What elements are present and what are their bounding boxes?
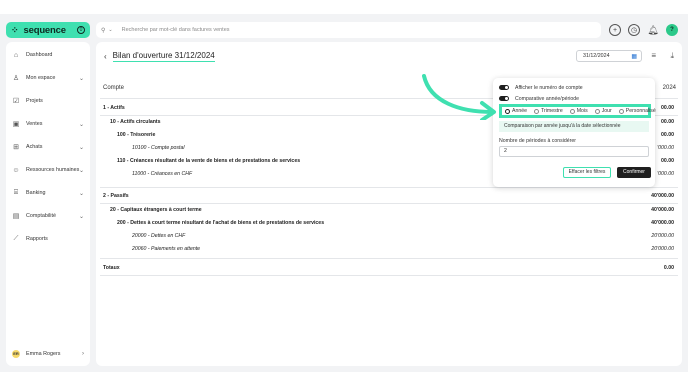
sidebar: ⌂ Dashboard ♙ Mon espace ⌄ ☑ Projets ▣ V… [6, 42, 90, 366]
sidebar-item-label: Mon espace [26, 75, 56, 81]
column-header-year: 2024 [662, 85, 676, 91]
toggle-show-account-number[interactable] [499, 85, 509, 90]
radio-circle [534, 108, 540, 114]
sidebar-item-label: Banking [26, 190, 46, 196]
search-scope-chevron-icon[interactable]: ⌄ [108, 27, 112, 33]
logo[interactable]: ⁘ sequence 0 [6, 22, 90, 38]
sidebar-item-label: Projets [26, 98, 43, 104]
calendar-icon[interactable]: ▦ [631, 52, 637, 62]
logo-text: sequence [23, 24, 66, 36]
chart-icon: ⟋ [13, 235, 19, 242]
page-title: Bilan d'ouverture 31/12/2024 [112, 51, 215, 62]
radio-mois[interactable]: Mois [569, 108, 588, 114]
toggle-comparative[interactable] [499, 96, 509, 101]
calculator-icon: ▤ [12, 213, 20, 220]
clear-filters-button[interactable]: Effacer les filtres [563, 167, 611, 178]
radio-circle [569, 108, 575, 114]
back-arrow-icon[interactable]: ‹ [104, 52, 107, 61]
radio-circle [594, 108, 600, 114]
home-icon: ⌂ [13, 51, 19, 59]
radio-personnalise[interactable]: Personnalisé [618, 108, 656, 114]
logo-mark-icon: ⁘ [11, 24, 19, 35]
cart-icon: ⊞ [13, 144, 19, 151]
clock-icon[interactable]: ◷ [628, 24, 640, 36]
divider [100, 187, 678, 188]
radio-jour[interactable]: Jour [594, 108, 612, 114]
wallet-icon: ▣ [12, 121, 20, 128]
search-input[interactable]: Recherche par mot-clé dans factures vent… [122, 27, 230, 33]
date-value: 31/12/2024 [583, 53, 610, 59]
sidebar-item-label: Dashboard [26, 52, 53, 58]
filter-popover: Afficher le numéro de compte Comparative… [493, 78, 656, 187]
download-icon[interactable]: ⤓ [670, 51, 674, 61]
toggle-label: Comparative année/période [515, 96, 580, 102]
chevron-down-icon: ⌄ [78, 121, 84, 128]
chevron-down-icon: ⌄ [78, 190, 84, 197]
chevron-right-icon: › [82, 351, 84, 357]
comparison-hint: Comparaison par année jusqu'à la date sé… [499, 121, 649, 132]
sidebar-item-label: Comptabilité [26, 213, 56, 219]
table-row: 20000 - Dettes en CHF 20'000.00 [132, 233, 674, 239]
people-icon: ☺ [12, 166, 20, 174]
checkbox-icon: ☑ [12, 98, 20, 105]
date-picker[interactable]: 31/12/2024 ▦ [576, 50, 642, 62]
help-icon[interactable]: ? [666, 24, 678, 36]
user-menu[interactable]: ER Emma Rogers › [12, 348, 86, 360]
sidebar-item-label: Achats [26, 144, 43, 150]
table-row: 200 - Dettes à court terme résultant de … [117, 220, 674, 226]
sidebar-item-label: Ressources humaines [26, 167, 80, 173]
radio-circle [618, 108, 624, 114]
sidebar-item-projets[interactable]: ☑ Projets [12, 95, 86, 107]
sidebar-item-comptabilite[interactable]: ▤ Comptabilité ⌄ [12, 210, 86, 222]
periods-count-label: Nombre de périodes à considérer [499, 138, 576, 144]
confirm-button[interactable]: Confirmer [617, 167, 651, 178]
user-icon: ♙ [12, 75, 20, 82]
chevron-down-icon: ⌄ [78, 213, 84, 220]
app-window: ⁘ sequence 0 ⚲ ⌄ Recherche par mot-clé d… [0, 14, 688, 372]
annotation-arrow-icon [422, 74, 496, 120]
radio-circle-selected [505, 108, 510, 114]
chevron-down-icon: ⌄ [78, 144, 84, 151]
radio-trimestre[interactable]: Trimestre [534, 108, 563, 114]
sidebar-item-ressources-humaines[interactable]: ☺ Ressources humaines ⌄ [12, 164, 86, 176]
periods-count-input[interactable]: 2 [499, 146, 649, 157]
sidebar-item-banking[interactable]: ⌸ Banking ⌄ [12, 187, 86, 199]
logo-badge: 0 [77, 26, 85, 34]
period-radio-group: Année Trimestre Mois Jour Personnalisé [499, 104, 656, 118]
toggle-label: Afficher le numéro de compte [515, 85, 583, 91]
sidebar-item-achats[interactable]: ⊞ Achats ⌄ [12, 141, 86, 153]
table-row: 2 - Passifs 40'000.00 [103, 193, 674, 199]
bell-icon[interactable]: 🔔︎ [647, 24, 659, 36]
filter-settings-icon[interactable]: ≡ [651, 51, 656, 60]
avatar: ER [12, 350, 20, 358]
user-name: Emma Rogers [26, 351, 61, 357]
chevron-down-icon: ⌄ [78, 167, 84, 174]
divider [100, 258, 678, 259]
divider [100, 275, 678, 276]
sidebar-item-dashboard[interactable]: ⌂ Dashboard [12, 49, 86, 61]
table-row: 20 - Capitaux étrangers à court terme 40… [110, 207, 674, 213]
sidebar-item-mon-espace[interactable]: ♙ Mon espace ⌄ [12, 72, 86, 84]
search-icon: ⚲ [101, 27, 106, 34]
table-row-totals: Totaux 0.00 [103, 265, 674, 271]
page-header: ‹ Bilan d'ouverture 31/12/2024 [104, 51, 215, 62]
chevron-down-icon: ⌄ [78, 75, 84, 82]
radio-annee[interactable]: Année [505, 108, 527, 114]
search-bar[interactable]: ⚲ ⌄ Recherche par mot-clé dans factures … [96, 22, 601, 38]
sidebar-item-ventes[interactable]: ▣ Ventes ⌄ [12, 118, 86, 130]
sidebar-item-rapports[interactable]: ⟋ Rapports [12, 233, 86, 245]
table-row: 20060 - Paiements en attente 20'000.00 [132, 246, 674, 252]
column-header-compte: Compte [103, 85, 125, 91]
bank-icon: ⌸ [13, 189, 19, 196]
sidebar-item-label: Rapports [26, 236, 48, 242]
add-icon[interactable]: + [609, 24, 621, 36]
sidebar-item-label: Ventes [26, 121, 43, 127]
divider [100, 203, 678, 204]
top-actions: + ◷ 🔔︎ ? [609, 24, 678, 36]
